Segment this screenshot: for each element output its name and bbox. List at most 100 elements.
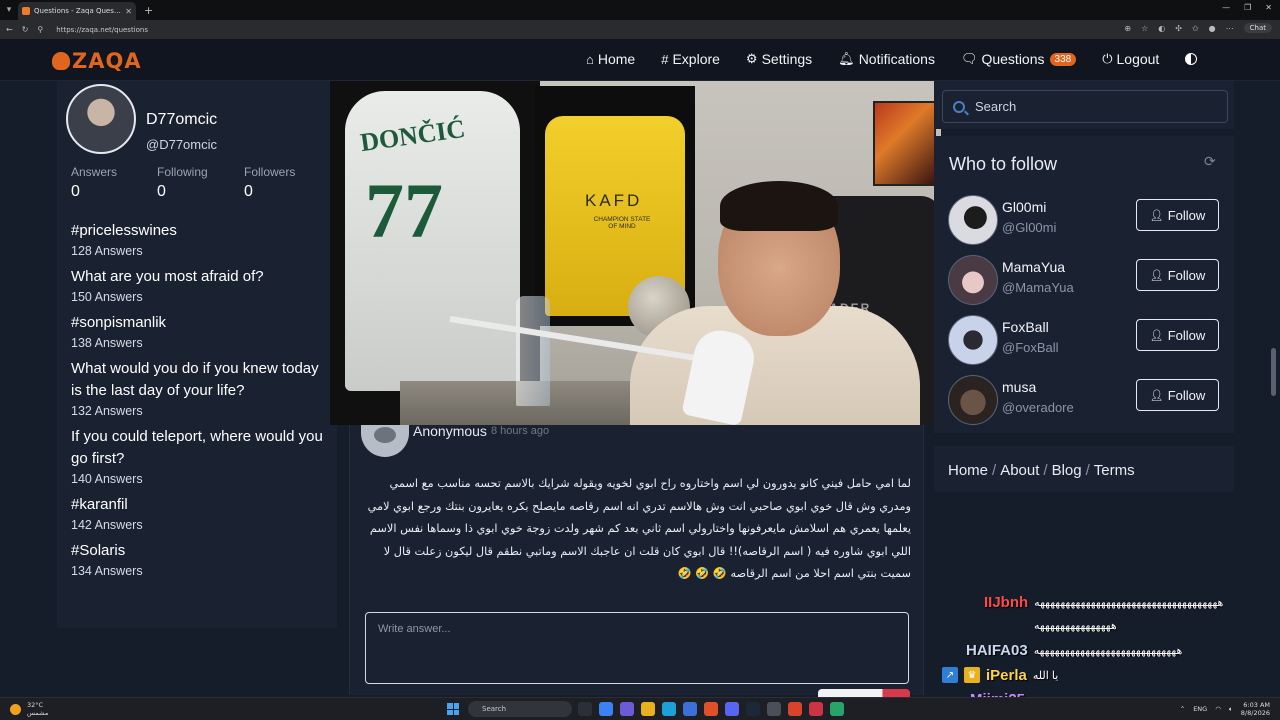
follow-button[interactable]: 👤︎ Follow	[1136, 259, 1219, 291]
user-avatar[interactable]	[948, 315, 998, 365]
tray-chevron-icon[interactable]: ⌃	[1180, 705, 1185, 713]
kick-icon[interactable]	[830, 702, 844, 716]
theme-toggle-icon[interactable]	[1185, 53, 1198, 65]
lang-indicator[interactable]: ENG	[1193, 705, 1207, 713]
user-name[interactable]: musa	[1002, 379, 1036, 395]
teams-icon[interactable]	[620, 702, 634, 716]
favorites-icon[interactable]: ✩	[1192, 24, 1199, 33]
follow-button[interactable]: 👤︎ Follow	[1136, 319, 1219, 351]
nav-explore[interactable]: # Explore	[661, 51, 720, 67]
zaqa-logo[interactable]: ZAQA	[52, 49, 142, 73]
zoom-icon[interactable]: ⊕	[1124, 24, 1131, 33]
steam-icon[interactable]	[746, 702, 760, 716]
new-tab-icon[interactable]: +	[144, 4, 153, 17]
chat-button[interactable]: Chat	[1243, 23, 1272, 33]
minimize-icon[interactable]: —	[1222, 3, 1230, 12]
yellow-jersey-brand: KAFD	[585, 191, 643, 210]
profile-name[interactable]: D77omcic	[146, 111, 217, 129]
brave-icon[interactable]	[704, 702, 718, 716]
footer-link-blog[interactable]: Blog	[1052, 462, 1082, 479]
start-button-icon[interactable]	[447, 703, 459, 715]
app-icon[interactable]	[788, 702, 802, 716]
stat-answers[interactable]: Answers 0	[71, 165, 117, 201]
trending-item[interactable]: What are you most afraid of? 150 Answers	[71, 266, 323, 306]
app-icon[interactable]	[767, 702, 781, 716]
stat-followers[interactable]: Followers 0	[244, 165, 295, 201]
close-tab-icon[interactable]: ✕	[125, 7, 132, 16]
page-scrollbar-thumb[interactable]	[1271, 348, 1276, 396]
tab-list-icon[interactable]: ▾	[0, 0, 18, 20]
chat-message: IIJbnh ههههههههههههههههههههههههههههههههه…	[940, 592, 1275, 612]
volume-icon[interactable]: 🔈︎	[1229, 705, 1233, 714]
user-plus-icon: 👤︎	[1149, 269, 1164, 282]
trending-item[interactable]: #sonpismanlik 138 Answers	[71, 312, 323, 352]
system-tray: ⌃ ENG ◠ 🔈︎ 6:03 AM 8/8/2026	[1180, 701, 1270, 717]
back-icon[interactable]: ←	[6, 25, 13, 34]
nav-settings[interactable]: ⚙ Settings	[746, 51, 812, 67]
trending-item[interactable]: #pricelesswines 128 Answers	[71, 220, 323, 260]
trending-title[interactable]: #sonpismanlik	[71, 312, 323, 334]
trending-title[interactable]: #karanfil	[71, 494, 323, 516]
nav-notifications[interactable]: 🔔︎ Notifications	[838, 51, 935, 67]
search-input[interactable]: Search	[942, 90, 1228, 123]
nav-notifications-label: Notifications	[858, 51, 935, 67]
bookmark-star-icon[interactable]: ☆	[1141, 24, 1148, 33]
nav-questions-label: Questions	[981, 51, 1045, 67]
obs-icon[interactable]	[809, 702, 823, 716]
follow-label: Follow	[1167, 327, 1206, 343]
clock[interactable]: 6:03 AM 8/8/2026	[1241, 701, 1270, 717]
trending-title[interactable]: #pricelesswines	[71, 220, 323, 242]
more-icon[interactable]: ⋯	[1226, 24, 1234, 33]
nav-logout[interactable]: ⏻ Logout	[1102, 51, 1159, 67]
store-icon[interactable]	[683, 702, 697, 716]
trending-item[interactable]: #Solaris 134 Answers	[71, 540, 323, 580]
file-explorer-icon[interactable]	[641, 702, 655, 716]
trending-title[interactable]: #Solaris	[71, 540, 323, 562]
browser-tab-active[interactable]: Questions - Zaqa Question & Answer ✕	[18, 2, 136, 20]
user-avatar[interactable]	[948, 375, 998, 425]
user-handle: @Gl00mi	[1002, 220, 1057, 235]
trending-item[interactable]: #karanfil 142 Answers	[71, 494, 323, 534]
reload-icon[interactable]: ↻	[22, 25, 29, 34]
footer-link-terms[interactable]: Terms	[1094, 462, 1135, 479]
discord-icon[interactable]	[725, 702, 739, 716]
close-window-icon[interactable]: ✕	[1265, 3, 1272, 12]
copilot-icon[interactable]	[599, 702, 613, 716]
trending-item[interactable]: What would you do if you knew today is t…	[71, 358, 323, 420]
footer-link-about[interactable]: About	[1000, 462, 1039, 479]
task-view-icon[interactable]	[578, 702, 592, 716]
profile-avatar[interactable]	[66, 84, 136, 154]
trending-list: #pricelesswines 128 Answers What are you…	[57, 214, 337, 628]
taskbar-search[interactable]: Search	[468, 701, 572, 717]
follow-button[interactable]: 👤︎ Follow	[1136, 379, 1219, 411]
wifi-icon[interactable]: ◠	[1215, 705, 1221, 713]
user-avatar[interactable]	[948, 195, 998, 245]
edge-icon[interactable]	[662, 702, 676, 716]
footer-links: Home / About / Blog / Terms	[934, 446, 1234, 492]
trending-count: 128 Answers	[71, 244, 143, 258]
weather-widget[interactable]: 32°C مشمس	[10, 701, 48, 717]
refresh-icon[interactable]: ⟳	[1204, 154, 1216, 170]
answer-textarea[interactable]: Write answer...	[365, 612, 909, 684]
profile-icon[interactable]: ●	[1209, 24, 1216, 33]
extension-icon[interactable]: ◐	[1158, 24, 1165, 33]
user-name[interactable]: MamaYua	[1002, 259, 1065, 275]
footer-link-home[interactable]: Home	[948, 462, 988, 479]
stat-following[interactable]: Following 0	[157, 165, 208, 201]
trending-title[interactable]: What would you do if you knew today is t…	[71, 358, 323, 402]
puzzle-icon[interactable]: ✣	[1175, 24, 1182, 33]
url-field[interactable]: https://zaqa.net/questions	[56, 26, 148, 34]
maximize-icon[interactable]: ❐	[1244, 3, 1251, 12]
submit-answer-button[interactable]	[818, 689, 910, 697]
chat-message: ↗ ♛ iPerla يا الله	[940, 665, 1275, 685]
trending-title[interactable]: If you could teleport, where would you g…	[71, 426, 323, 470]
trending-item[interactable]: If you could teleport, where would you g…	[71, 426, 323, 488]
user-name[interactable]: Gl00mi	[1002, 199, 1046, 215]
site-info-icon[interactable]: ⚲	[37, 25, 43, 34]
nav-home[interactable]: ⌂ Home	[586, 51, 635, 67]
user-avatar[interactable]	[948, 255, 998, 305]
trending-title[interactable]: What are you most afraid of?	[71, 266, 323, 288]
follow-button[interactable]: 👤︎ Follow	[1136, 199, 1219, 231]
user-name[interactable]: FoxBall	[1002, 319, 1049, 335]
nav-questions[interactable]: 🗨︎ Questions 338	[961, 51, 1077, 67]
